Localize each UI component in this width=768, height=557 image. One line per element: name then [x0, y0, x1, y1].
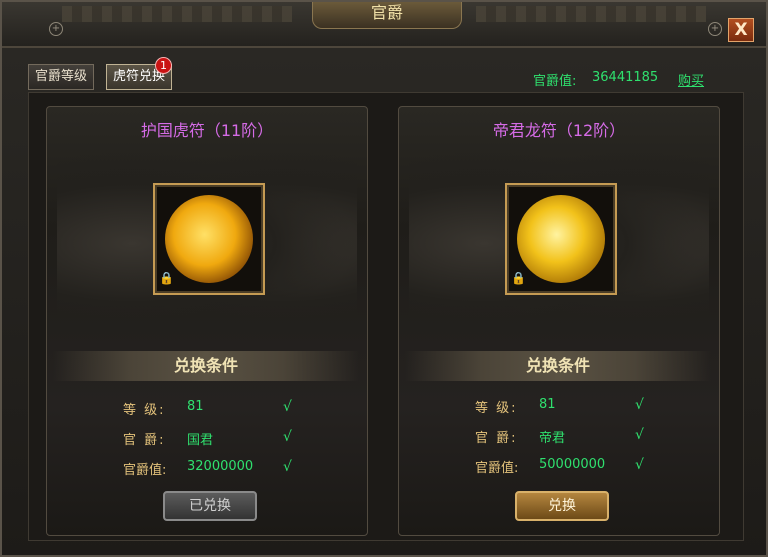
title-bar: 官爵 + + X [2, 2, 766, 48]
rank-window: 官爵 + + X 官爵等级 虎符兑换 1 官爵值: 36441185 购买 护国… [0, 0, 768, 557]
condition-label: 官 爵: [123, 433, 166, 448]
exchange-button[interactable]: 兑换 [515, 491, 609, 521]
tally-card-dragon: 帝君龙符（12阶） 🔒 兑换条件 等 级: 81 √ 官 爵: 帝君 √ 官爵值… [398, 106, 720, 536]
condition-value: 帝君 [539, 431, 566, 446]
check-icon: √ [283, 399, 292, 415]
item-slot[interactable]: 🔒 [153, 183, 265, 295]
condition-label: 等 级: [123, 403, 166, 418]
dragon-tally-icon [517, 195, 605, 283]
title-ornament-left [62, 6, 292, 22]
check-icon: √ [635, 457, 644, 473]
rank-value: 36441185 [592, 70, 659, 85]
tiger-tally-icon [165, 195, 253, 283]
condition-value: 32000000 [187, 459, 254, 474]
conditions-header: 兑换条件 [405, 351, 711, 381]
condition-label: 官爵值: [123, 463, 167, 478]
condition-row: 等 级: 81 √ [399, 397, 719, 419]
condition-row: 官爵值: 50000000 √ [399, 457, 719, 479]
buy-link[interactable]: 购买 [678, 70, 704, 89]
condition-row: 官爵值: 32000000 √ [47, 459, 367, 481]
lock-icon: 🔒 [511, 271, 526, 285]
condition-row: 等 级: 81 √ [47, 399, 367, 421]
rank-value-label: 官爵值: [533, 74, 577, 89]
condition-label: 官爵值: [475, 461, 519, 476]
title-ornament-right [476, 6, 706, 22]
condition-row: 官 爵: 国君 √ [47, 429, 367, 451]
exchanged-button: 已兑换 [163, 491, 257, 521]
lock-icon: 🔒 [159, 271, 174, 285]
condition-label: 官 爵: [475, 431, 518, 446]
card-title: 帝君龙符（12阶） [492, 121, 626, 140]
condition-value: 81 [187, 399, 204, 414]
tab-rank-level[interactable]: 官爵等级 [28, 64, 95, 90]
conditions-header: 兑换条件 [53, 351, 359, 381]
close-button[interactable]: X [728, 18, 754, 42]
check-icon: √ [635, 427, 644, 443]
condition-row: 官 爵: 帝君 √ [399, 427, 719, 449]
check-icon: √ [283, 429, 292, 445]
check-icon: √ [283, 459, 292, 475]
condition-value: 81 [539, 397, 556, 412]
condition-value: 50000000 [539, 457, 606, 472]
notification-badge: 1 [155, 57, 172, 74]
item-slot[interactable]: 🔒 [505, 183, 617, 295]
pin-icon: + [49, 22, 63, 36]
window-title: 官爵 [312, 2, 462, 29]
condition-label: 等 级: [475, 401, 518, 416]
card-title: 护国虎符（11阶） [140, 121, 274, 140]
tally-card-tiger: 护国虎符（11阶） 🔒 兑换条件 等 级: 81 √ 官 爵: 国君 √ 官爵值… [46, 106, 368, 536]
check-icon: √ [635, 397, 644, 413]
pin-icon: + [708, 22, 722, 36]
condition-value: 国君 [187, 433, 214, 448]
